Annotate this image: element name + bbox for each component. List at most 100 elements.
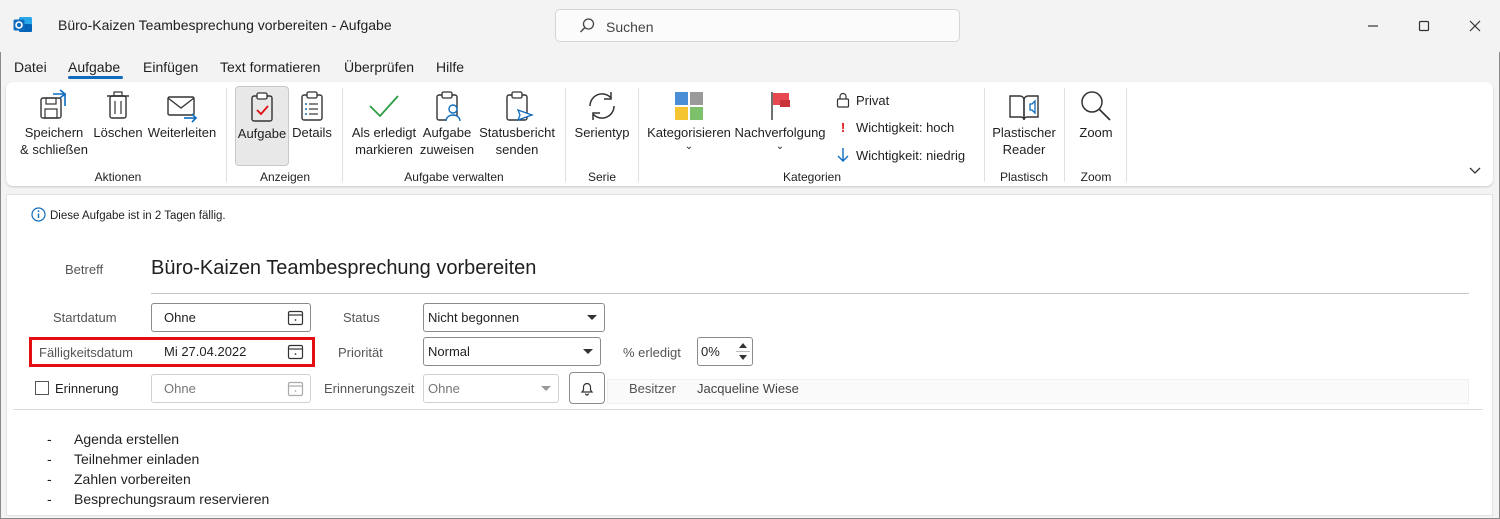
save-close-button[interactable]: Speichern & schließen <box>18 88 90 158</box>
dropdown-caret-icon <box>541 386 551 391</box>
priority-value: Normal <box>428 344 470 359</box>
clipboard-check-icon <box>251 92 273 122</box>
priority-label: Priorität <box>338 345 383 360</box>
private-button[interactable]: Privat <box>836 92 889 108</box>
details-button[interactable]: Details <box>291 88 333 141</box>
group-label-anzeigen: Anzeigen <box>259 170 311 184</box>
stepper-arrows-icon[interactable] <box>736 340 750 363</box>
reminder-time-value: Ohne <box>428 381 460 396</box>
tab-text-formatieren[interactable]: Text formatieren <box>220 59 320 75</box>
priority-dropdown[interactable]: Normal <box>423 337 601 366</box>
tab-einfuegen[interactable]: Einfügen <box>143 59 198 75</box>
status-report-label-1: Statusbericht <box>479 125 555 140</box>
tab-ueberpruefen[interactable]: Überprüfen <box>344 59 414 75</box>
calendar-icon[interactable] <box>287 343 304 360</box>
task-form: Diese Aufgabe ist in 2 Tagen fällig. Bet… <box>6 194 1493 516</box>
immersive-reader-button[interactable]: Plastischer Reader <box>990 88 1058 158</box>
list-item: - Besprechungsraum reservieren <box>47 491 270 507</box>
private-label: Privat <box>856 93 890 108</box>
mail-forward-icon <box>167 96 198 123</box>
mark-complete-button[interactable]: Als erledigt markieren <box>351 88 417 158</box>
chevron-down-icon: ⌄ <box>775 141 785 152</box>
save-close-label-1: Speichern <box>24 125 84 140</box>
group-label-plastisch: Plastisch <box>999 170 1049 184</box>
status-report-button[interactable]: Statusbericht senden <box>479 88 555 158</box>
importance-low-button[interactable]: Wichtigkeit: niedrig <box>836 147 965 163</box>
start-date-value: Ohne <box>164 310 196 325</box>
save-close-label-2: & schließen <box>20 142 88 157</box>
ribbon-separator <box>226 88 227 182</box>
delete-button[interactable]: Löschen <box>92 88 144 141</box>
forward-button[interactable]: Weiterleiten <box>146 88 218 141</box>
dropdown-caret-icon <box>583 349 593 354</box>
importance-high-button[interactable]: ! Wichtigkeit: hoch <box>836 120 954 135</box>
clipboard-send-icon <box>506 91 534 122</box>
tab-datei[interactable]: Datei <box>14 59 47 75</box>
save-icon <box>40 89 67 119</box>
close-icon[interactable] <box>1463 14 1487 38</box>
importance-high-label: Wichtigkeit: hoch <box>856 120 955 135</box>
dropdown-caret-icon <box>587 315 597 320</box>
calendar-icon[interactable] <box>287 380 304 397</box>
group-label-aktionen: Aktionen <box>94 170 142 184</box>
mark-complete-label-2: markieren <box>355 142 413 157</box>
reminder-date-value: Ohne <box>164 381 196 396</box>
start-date-label: Startdatum <box>53 310 117 325</box>
list-item: - Teilnehmer einladen <box>47 451 200 467</box>
due-date-field[interactable]: Mi 27.04.2022 <box>151 337 311 366</box>
ribbon: Speichern & schließen Löschen Weiterleit… <box>6 82 1493 186</box>
ribbon-separator <box>638 88 639 182</box>
subject-label: Betreff <box>65 262 104 277</box>
checkmark-icon <box>369 95 399 118</box>
percent-complete-stepper[interactable]: 0% <box>697 337 753 366</box>
owner-label: Besitzer <box>629 381 676 396</box>
delete-label: Löschen <box>93 125 143 140</box>
categorize-button[interactable]: Kategorisieren ⌄ <box>646 88 732 153</box>
title-bar: Büro-Kaizen Teambesprechung vorbereiten … <box>0 0 1500 52</box>
reminder-time-dropdown[interactable]: Ohne <box>423 374 559 403</box>
ribbon-separator <box>342 88 343 182</box>
group-label-serie: Serie <box>587 170 616 184</box>
zoom-button[interactable]: Zoom <box>1072 88 1120 141</box>
group-label-kategorien: Kategorien <box>782 170 842 184</box>
follow-up-button[interactable]: Nachverfolgung ⌄ <box>734 88 826 153</box>
immersive-reader-label-2: Reader <box>1002 142 1046 157</box>
subject-field[interactable]: Büro-Kaizen Teambesprechung vorbereiten <box>151 257 536 280</box>
group-label-zoom: Zoom <box>1080 170 1112 184</box>
ribbon-expand-chevron-icon[interactable] <box>1468 166 1482 176</box>
subject-underline <box>151 293 1469 294</box>
search-box[interactable]: Suchen <box>555 9 960 42</box>
percent-complete-label: % erledigt <box>623 345 681 360</box>
due-date-label: Fälligkeitsdatum <box>39 345 133 360</box>
clipboard-person-icon <box>436 91 461 122</box>
tab-hilfe[interactable]: Hilfe <box>436 59 464 75</box>
assign-label-2: zuweisen <box>419 142 475 157</box>
start-date-field[interactable]: Ohne <box>151 303 311 332</box>
categorize-icon <box>675 92 703 120</box>
ribbon-separator <box>1064 88 1065 182</box>
list-item-text: Besprechungsraum reservieren <box>74 491 270 507</box>
categories-small-buttons: Privat ! Wichtigkeit: hoch Wichtigkeit: n… <box>836 90 986 170</box>
minimize-icon[interactable] <box>1361 14 1385 38</box>
status-report-label-2: senden <box>495 142 539 157</box>
categorize-label: Kategorisieren <box>647 125 731 140</box>
list-item-text: Agenda erstellen <box>74 431 180 447</box>
reminder-checkbox[interactable] <box>35 381 49 395</box>
task-view-button[interactable]: Aufgabe <box>235 86 289 166</box>
reminder-sound-button[interactable] <box>569 372 605 404</box>
tab-aufgabe[interactable]: Aufgabe <box>68 59 120 75</box>
calendar-icon[interactable] <box>287 309 304 326</box>
maximize-icon[interactable] <box>1412 14 1436 38</box>
recurrence-button[interactable]: Serientyp <box>572 88 632 141</box>
active-tab-indicator <box>68 76 123 79</box>
task-body[interactable]: - Agenda erstellen - Teilnehmer einladen -… <box>47 429 269 509</box>
percent-complete-value: 0% <box>701 344 720 359</box>
form-body-divider <box>13 409 1483 410</box>
status-dropdown[interactable]: Nicht begonnen <box>423 303 605 332</box>
owner-value: Jacqueline Wiese <box>697 381 799 396</box>
reminder-date-field[interactable]: Ohne <box>151 374 311 403</box>
details-label: Details <box>292 125 332 140</box>
assign-task-button[interactable]: Aufgabe zuweisen <box>419 88 475 158</box>
forward-label: Weiterleiten <box>147 125 217 140</box>
flag-icon <box>771 92 790 120</box>
